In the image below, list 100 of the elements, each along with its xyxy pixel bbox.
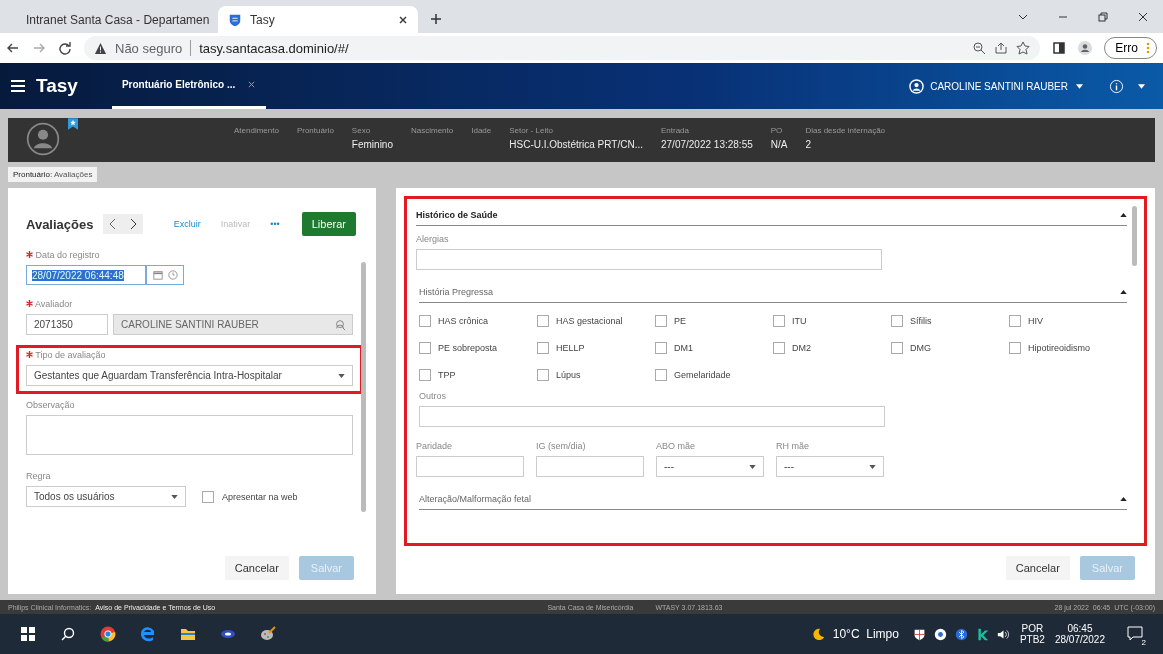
checkbox[interactable] (655, 315, 667, 327)
back-icon[interactable] (6, 41, 20, 55)
field-label: Atendimento (234, 126, 279, 135)
language-text[interactable]: POR (1021, 623, 1044, 634)
checkbox[interactable] (1009, 342, 1021, 354)
windows-icon[interactable] (20, 626, 36, 642)
paint-icon[interactable] (260, 626, 276, 642)
caret-icon (869, 464, 876, 469)
search-icon[interactable] (60, 626, 76, 642)
chrome-icon[interactable] (100, 626, 116, 642)
section-header[interactable]: História Pregressa (419, 282, 1127, 303)
menu-icon[interactable] (10, 79, 26, 93)
close-icon[interactable] (1137, 11, 1149, 23)
shield-icon[interactable] (912, 627, 926, 641)
collapse-icon (1120, 290, 1127, 294)
date-field[interactable]: 28/07/2022 06:44:48 (26, 265, 146, 285)
field-value: N/A (770, 139, 788, 150)
name-field: CAROLINE SANTINI RAUBER (113, 314, 353, 335)
caret-icon (338, 373, 345, 378)
caret-icon[interactable] (1138, 83, 1145, 89)
code-field[interactable]: 2071350 (26, 314, 108, 335)
dropdown[interactable]: --- (776, 456, 884, 477)
checkbox[interactable] (1009, 315, 1021, 327)
checkbox[interactable] (537, 369, 549, 381)
app-icon[interactable] (975, 627, 989, 641)
address-bar[interactable]: Não seguro tasy.santacasa.dominio/#/ (84, 36, 1041, 60)
rule-dropdown[interactable]: Todos os usuários (26, 486, 186, 507)
moon-icon (811, 627, 825, 641)
checkbox[interactable] (419, 315, 431, 327)
clock-date[interactable]: 28/07/2022 (1054, 634, 1105, 645)
others-field[interactable] (419, 406, 885, 427)
calendar-icon[interactable] (152, 270, 163, 280)
zoom-icon[interactable] (972, 41, 987, 55)
checkbox[interactable] (419, 369, 431, 381)
browser-tab[interactable]: Intranet Santa Casa - Departamen (8, 6, 218, 33)
checkbox[interactable] (537, 315, 549, 327)
bluetooth-icon[interactable] (954, 627, 968, 641)
scrollbar[interactable] (1132, 206, 1137, 266)
sidebar-icon[interactable] (1052, 41, 1067, 55)
warning-icon (94, 41, 107, 55)
checkbox[interactable] (773, 315, 785, 327)
reload-icon[interactable] (58, 41, 72, 55)
app-icon[interactable] (933, 627, 947, 641)
checkbox-label: HAS gestacional (556, 316, 623, 326)
field-label: PO (770, 126, 784, 135)
checkbox[interactable] (891, 342, 903, 354)
checkbox[interactable] (655, 369, 667, 381)
section-header[interactable]: Alteração/Malformação fetal (419, 489, 1127, 510)
checkbox-label: PE sobreposta (438, 343, 498, 353)
clock-time[interactable]: 06:45 (1067, 623, 1093, 634)
checkbox-label: HAS crônica (438, 316, 489, 326)
cancel-button[interactable]: Cancelar (224, 556, 289, 580)
close-icon[interactable] (398, 14, 408, 25)
field-label: Prontuário (296, 126, 334, 135)
field-value: HSC-U.I.Obstétrica PRT/CN... (509, 139, 643, 150)
breadcrumb[interactable]: Prontuário: Avaliações (8, 167, 98, 182)
share-icon[interactable] (994, 41, 1009, 55)
user-menu[interactable]: CAROLINE SANTINI RAUBER (930, 80, 1068, 92)
field-value: 2 (805, 139, 812, 150)
action-link[interactable]: Excluir (167, 219, 207, 229)
evaluation-type-dropdown[interactable]: Gestantes que Aguardam Transferência Intra-Hospitalar (26, 365, 353, 386)
checkbox[interactable] (419, 342, 431, 354)
checkbox-label: Sífilis (910, 316, 932, 326)
field-label: ABO mãe (656, 441, 696, 451)
field-label: IG (sem/dia) (536, 441, 587, 451)
caret-icon[interactable] (1076, 83, 1083, 89)
checkbox-label: TPP (438, 370, 456, 380)
new-tab-icon[interactable] (430, 13, 442, 25)
folder-icon[interactable] (180, 626, 196, 642)
info-icon[interactable] (1109, 78, 1124, 94)
checkbox-label: PE (674, 316, 686, 326)
checkbox[interactable] (537, 342, 549, 354)
dropdown[interactable]: --- (656, 456, 764, 477)
star-icon[interactable] (1016, 41, 1031, 55)
browser-icon[interactable] (140, 626, 156, 642)
close-icon[interactable] (247, 80, 257, 89)
restore-icon[interactable] (1097, 11, 1109, 23)
field-label: RH mãe (776, 441, 810, 451)
checkbox[interactable] (773, 342, 785, 354)
checkbox[interactable] (202, 490, 214, 503)
checkbox-label: DMG (910, 343, 931, 353)
browser-tab[interactable]: Tasy (218, 6, 418, 33)
section-header[interactable]: Histórico de Saúde (416, 205, 1127, 226)
layout-text[interactable]: PTB2 (1019, 634, 1045, 645)
field-label: Data do registro (26, 250, 353, 260)
allergies-field[interactable] (416, 249, 882, 270)
checkbox[interactable] (655, 342, 667, 354)
input-field[interactable] (536, 456, 644, 477)
avatar-icon (26, 122, 60, 156)
cancel-button[interactable]: Cancelar (1005, 556, 1070, 580)
checkbox[interactable] (891, 315, 903, 327)
scrollbar[interactable] (361, 262, 366, 512)
action-link[interactable]: ••• (264, 219, 286, 229)
observation-field[interactable] (26, 415, 353, 455)
profile-button[interactable]: Erro (1104, 37, 1157, 59)
notification-icon[interactable] (1127, 625, 1143, 641)
avatar-icon[interactable] (1078, 41, 1093, 55)
speaker-icon[interactable] (996, 627, 1010, 641)
input-field[interactable] (416, 456, 524, 477)
release-button[interactable]: Liberar (301, 212, 356, 236)
